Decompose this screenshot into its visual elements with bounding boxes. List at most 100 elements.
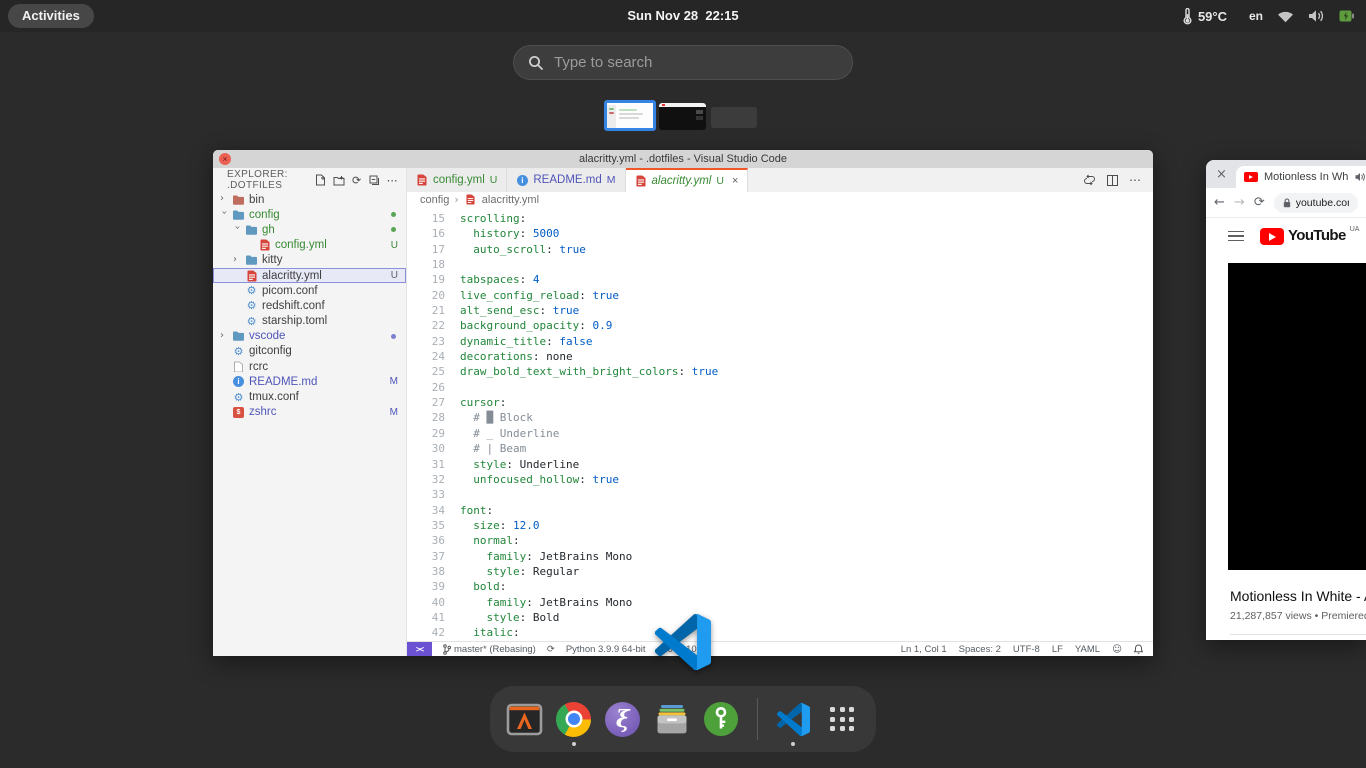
wifi-indicator[interactable] (1277, 10, 1294, 23)
editor-tab-readme-md[interactable]: iREADME.mdM (507, 168, 625, 192)
files-icon (654, 703, 690, 736)
hamburger-menu-icon[interactable] (1228, 228, 1244, 245)
language-mode[interactable]: YAML (1075, 644, 1100, 655)
code-line: 25draw_bold_text_with_bright_colors: tru… (407, 364, 1153, 379)
tree-item-gitconfig[interactable]: ›⚙gitconfig (213, 344, 406, 359)
dock-app-emacs[interactable]: ξ (605, 700, 641, 738)
git-status-dot (391, 227, 396, 232)
code-line: 35 size: 12.0 (407, 518, 1153, 533)
git-status-badge: U (490, 174, 498, 186)
code-line: 16 history: 5000 (407, 226, 1153, 241)
overview-search[interactable] (513, 45, 853, 80)
tree-item-redshift-conf[interactable]: ›⚙redshift.conf (213, 298, 406, 313)
git-status-dot (391, 334, 396, 339)
chrome-window[interactable]: × Motionless In White - / ← → ⟳ youtube.… (1206, 160, 1366, 640)
code-line: 42 italic: (407, 625, 1153, 640)
feedback-smiley-icon[interactable]: ☺ (1112, 644, 1122, 655)
sync-icon[interactable]: ⟳ (547, 644, 555, 655)
more-actions-icon[interactable]: ⋯ (1129, 173, 1141, 187)
dock-app-chrome[interactable] (556, 700, 592, 738)
code-line: 34font: (407, 503, 1153, 518)
folder-blue-icon (245, 225, 258, 235)
volume-indicator[interactable] (1308, 9, 1325, 23)
breadcrumb-folder[interactable]: config (420, 194, 449, 206)
tree-item-vscode[interactable]: ›vscode (213, 329, 406, 344)
breadcrumb[interactable]: config › alacritty.yml (407, 192, 1153, 207)
dock-app-alacritty[interactable] (506, 700, 543, 738)
tab-audio-icon[interactable] (1355, 172, 1366, 182)
browser-tab[interactable]: Motionless In White - / (1236, 166, 1366, 188)
yaml-icon (635, 175, 647, 187)
collapse-folders-icon[interactable] (369, 175, 380, 186)
reload-icon[interactable]: ⟳ (1254, 195, 1265, 210)
system-indicators[interactable]: 59°C en (1183, 0, 1354, 32)
refresh-icon[interactable]: ⟳ (352, 174, 362, 187)
editor-tab-alacritty-yml[interactable]: alacritty.ymlU× (626, 168, 749, 192)
new-file-icon[interactable] (315, 174, 326, 186)
editor-tab-config-yml[interactable]: config.ymlU (407, 168, 507, 192)
tree-item-kitty[interactable]: ›kitty (213, 253, 406, 268)
tree-item-bin[interactable]: ›bin (213, 192, 406, 207)
tree-item-alacritty-yml[interactable]: ›alacritty.ymlU (213, 268, 406, 283)
breadcrumb-file[interactable]: alacritty.yml (482, 194, 539, 206)
dock-app-vscode[interactable] (776, 700, 812, 738)
youtube-header: YouTube UA (1206, 218, 1366, 254)
tree-item-config-yml[interactable]: ›config.ymlU (213, 238, 406, 253)
vscode-window[interactable]: × alacritty.yml - .dotfiles - Visual Stu… (213, 150, 1153, 656)
workspace-thumbnail-active[interactable] (604, 100, 656, 131)
search-input[interactable] (554, 54, 838, 71)
running-indicator (791, 742, 795, 746)
tab-close-icon[interactable]: × (1216, 167, 1227, 182)
open-changes-icon[interactable] (1083, 174, 1096, 186)
youtube-logo[interactable]: YouTube UA (1260, 226, 1359, 246)
tree-item-zshrc[interactable]: ›$zshrcM (213, 405, 406, 420)
dock-app-keepassxc[interactable] (703, 700, 739, 738)
more-actions-icon[interactable]: ⋯ (387, 174, 398, 187)
keyboard-layout-value: en (1249, 9, 1263, 23)
keyboard-layout-indicator[interactable]: en (1249, 9, 1263, 23)
git-branch-status[interactable]: master* (Rebasing) (443, 644, 536, 655)
workspace-thumbnail-new[interactable] (711, 107, 757, 128)
vscode-icon (777, 703, 810, 736)
code-editor[interactable]: 15scrolling:16 history: 500017 auto_scro… (407, 207, 1153, 641)
tree-item-tmux-conf[interactable]: ›⚙tmux.conf (213, 389, 406, 404)
notifications-bell-icon[interactable] (1134, 644, 1143, 655)
eol-sequence[interactable]: LF (1052, 644, 1063, 655)
yaml-icon (258, 239, 271, 251)
clock[interactable]: Sun Nov 28 22:15 (627, 0, 738, 32)
python-version[interactable]: Python 3.9.9 64-bit (566, 644, 646, 655)
split-editor-icon[interactable] (1107, 175, 1118, 186)
yaml-file-icon (464, 194, 477, 205)
dock-app-files[interactable] (654, 700, 690, 738)
tab-title: Motionless In White - / (1264, 171, 1349, 183)
tree-item-config[interactable]: ›config (213, 207, 406, 222)
video-player[interactable] (1228, 263, 1366, 570)
new-folder-icon[interactable] (333, 175, 345, 186)
temperature-indicator[interactable]: 59°C (1183, 8, 1227, 25)
address-bar[interactable]: youtube.com/wa (1274, 193, 1358, 213)
dock-app-grid[interactable] (824, 700, 860, 738)
chevron-right-icon: › (454, 193, 458, 206)
code-line: 38 style: Regular (407, 564, 1153, 579)
workspace-thumbnail-youtube[interactable] (659, 103, 706, 130)
battery-indicator[interactable] (1339, 10, 1354, 22)
vscode-titlebar[interactable]: × alacritty.yml - .dotfiles - Visual Stu… (213, 150, 1153, 168)
back-icon[interactable]: ← (1214, 195, 1225, 210)
youtube-country-badge: UA (1350, 226, 1360, 233)
tree-item-readme-md[interactable]: ›iREADME.mdM (213, 374, 406, 389)
indentation[interactable]: Spaces: 2 (959, 644, 1001, 655)
vscode-window-app-icon[interactable] (655, 614, 711, 670)
tree-item-starship-toml[interactable]: ›⚙starship.toml (213, 314, 406, 329)
shell-icon: $ (232, 407, 245, 418)
encoding[interactable]: UTF-8 (1013, 644, 1040, 655)
window-close-button[interactable]: × (219, 153, 231, 165)
tree-item-gh[interactable]: ›gh (213, 222, 406, 237)
search-icon (528, 55, 544, 71)
tree-item-picom-conf[interactable]: ›⚙picom.conf (213, 283, 406, 298)
tree-item-rcrc[interactable]: ›rcrc (213, 359, 406, 374)
remote-indicator[interactable]: >< (407, 642, 432, 656)
forward-icon[interactable]: → (1234, 195, 1245, 210)
activities-button[interactable]: Activities (8, 4, 94, 28)
tab-close-icon[interactable]: × (732, 175, 738, 187)
cursor-position[interactable]: Ln 1, Col 1 (901, 644, 947, 655)
